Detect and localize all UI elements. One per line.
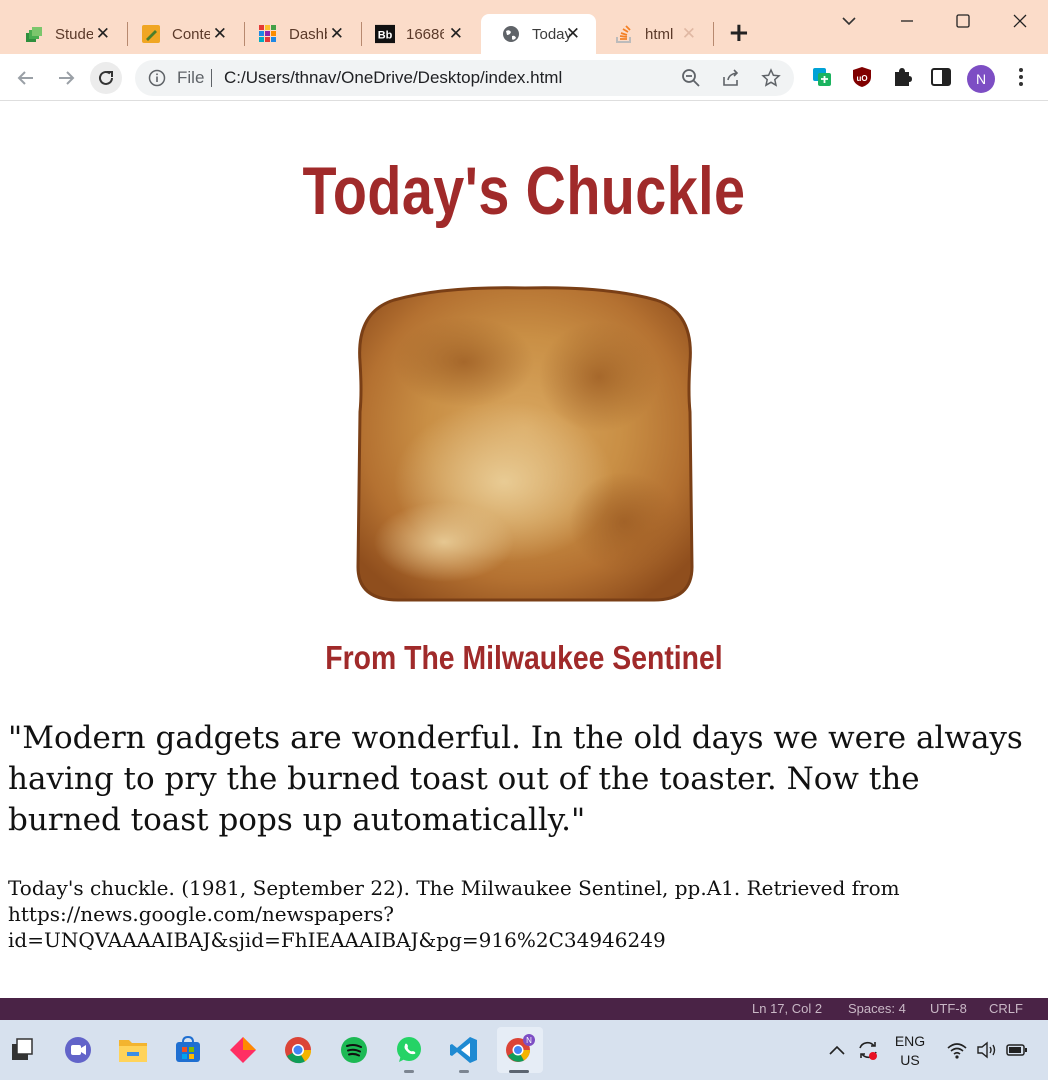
tab-separator: [713, 22, 714, 46]
share-icon[interactable]: [721, 68, 741, 88]
chrome-icon[interactable]: [280, 1032, 316, 1068]
source-heading: From The Milwaukee Sentinel: [325, 639, 723, 676]
teams-chat-icon[interactable]: [60, 1032, 96, 1068]
close-icon[interactable]: ✕: [682, 24, 696, 44]
globe-icon: [501, 24, 521, 44]
battery-icon[interactable]: [1006, 1040, 1028, 1060]
eol-setting[interactable]: CRLF: [989, 1001, 1023, 1016]
browser-window: Stude ✕ Conte ✕ Dashb ✕: [0, 0, 1048, 1006]
encoding-setting[interactable]: UTF-8: [930, 1001, 967, 1016]
language-indicator[interactable]: ENG US: [893, 1032, 927, 1070]
sync-icon[interactable]: [856, 1038, 880, 1062]
language-code: ENG: [894, 1033, 926, 1049]
tab-title: Dashb: [289, 25, 327, 43]
side-panel-icon[interactable]: [930, 66, 952, 88]
svg-text:N: N: [526, 1036, 532, 1045]
reload-icon: [99, 70, 113, 85]
browser-toolbar: File C:/Users/thnav/OneDrive/Desktop/ind…: [0, 54, 1048, 101]
running-indicator: [404, 1070, 414, 1073]
indent-setting[interactable]: Spaces: 4: [848, 1001, 906, 1016]
tab-strip: Stude ✕ Conte ✕ Dashb ✕: [0, 0, 1048, 54]
info-icon[interactable]: [148, 69, 166, 87]
arrow-left-icon: [17, 71, 33, 85]
wifi-icon[interactable]: [946, 1040, 968, 1060]
close-icon[interactable]: ✕: [96, 24, 110, 44]
blackboard-icon: Bb: [375, 24, 395, 44]
minimize-icon[interactable]: [896, 10, 918, 32]
ublock-icon[interactable]: uO: [851, 66, 873, 88]
region-code: US: [900, 1052, 920, 1068]
tab-today[interactable]: Today ✕: [481, 14, 596, 54]
star-icon[interactable]: [761, 68, 781, 88]
running-indicator: [459, 1070, 469, 1073]
citation-text: Today's chuckle. (1981, September 22). T…: [8, 876, 900, 952]
chevron-down-icon[interactable]: [840, 12, 858, 34]
tab-stude[interactable]: Stude ✕: [4, 14, 126, 54]
forward-button[interactable]: [50, 62, 82, 94]
web-page: Today's Chuckle From The Milwaukee Senti…: [0, 102, 1048, 1006]
tab-title: Stude: [55, 25, 93, 43]
arrow-right-icon: [59, 71, 75, 85]
volume-icon[interactable]: [976, 1040, 998, 1060]
editor-status-bar: Ln 17, Col 2 Spaces: 4 UTF-8 CRLF: [0, 998, 1048, 1020]
url-divider: [211, 69, 212, 87]
diamond-app-icon[interactable]: [225, 1032, 261, 1068]
back-button[interactable]: [10, 62, 42, 94]
maximize-icon[interactable]: [952, 10, 974, 32]
svg-text:Bb: Bb: [378, 30, 393, 42]
stack-icon: [24, 24, 44, 44]
grid-logo-icon: [258, 24, 278, 44]
whatsapp-icon[interactable]: [391, 1032, 427, 1068]
zoom-out-icon[interactable]: [681, 68, 701, 88]
file-explorer-icon[interactable]: [115, 1032, 151, 1068]
close-icon[interactable]: ✕: [566, 24, 580, 44]
tab-conte[interactable]: Conte ✕: [121, 14, 243, 54]
tab-dashb[interactable]: Dashb ✕: [238, 14, 360, 54]
vscode-icon[interactable]: [446, 1032, 482, 1068]
task-view-icon[interactable]: [4, 1032, 40, 1068]
svg-text:uO: uO: [856, 74, 867, 83]
taskbar: N ENG US: [0, 1020, 1048, 1080]
address-bar[interactable]: File C:/Users/thnav/OneDrive/Desktop/ind…: [135, 60, 794, 96]
quote-text: "Modern gadgets are wonderful. In the ol…: [8, 720, 1023, 838]
spotify-icon[interactable]: [336, 1032, 372, 1068]
close-icon[interactable]: ✕: [330, 24, 344, 44]
avatar[interactable]: N: [967, 65, 995, 93]
url-scheme-label: File: [177, 68, 205, 87]
url-text[interactable]: C:/Users/thnav/OneDrive/Desktop/index.ht…: [224, 68, 562, 88]
close-window-icon[interactable]: [1009, 10, 1031, 32]
close-icon[interactable]: ✕: [213, 24, 227, 44]
cursor-position[interactable]: Ln 17, Col 2: [752, 1001, 822, 1016]
tab-html[interactable]: html ✕: [594, 14, 712, 54]
tab-title: html: [645, 25, 674, 43]
tab-title: Conte: [172, 25, 210, 43]
tab-title: 16686: [406, 25, 444, 43]
toast-image: [356, 286, 694, 602]
close-icon[interactable]: ✕: [449, 24, 463, 44]
tab-title: Today: [532, 25, 570, 43]
puzzle-icon[interactable]: [891, 66, 913, 88]
stackoverflow-icon: [614, 24, 634, 44]
tab-16686[interactable]: Bb 16686 ✕: [355, 14, 479, 54]
more-menu-icon[interactable]: [1010, 66, 1032, 88]
chrome-profile-icon[interactable]: N: [497, 1027, 543, 1073]
translate-extension-icon[interactable]: [811, 66, 833, 88]
microsoft-store-icon[interactable]: [170, 1032, 206, 1068]
chevron-up-icon[interactable]: [826, 1040, 848, 1060]
new-tab-button[interactable]: +: [728, 20, 750, 46]
reload-button[interactable]: [90, 62, 122, 94]
active-indicator: [509, 1070, 529, 1073]
page-title: Today's Chuckle: [302, 153, 746, 229]
pencil-note-icon: [141, 24, 161, 44]
